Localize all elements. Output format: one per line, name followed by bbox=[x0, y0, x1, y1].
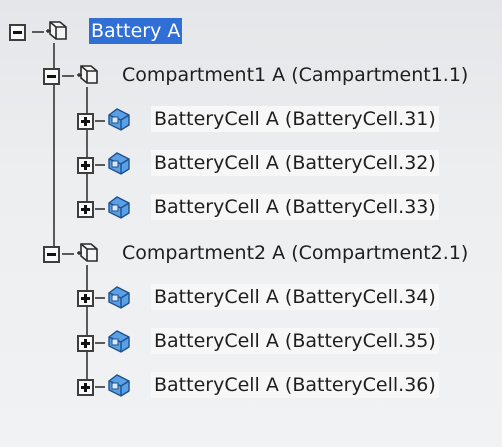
root-node-label[interactable]: Battery A bbox=[89, 18, 183, 44]
expand-toggle-cell36[interactable] bbox=[77, 379, 94, 396]
part-icon bbox=[106, 328, 132, 354]
tree-connector bbox=[95, 386, 105, 388]
part-icon bbox=[106, 106, 132, 132]
cell-node-label[interactable]: BatteryCell A (BatteryCell.36) bbox=[151, 372, 439, 398]
tree-connector bbox=[95, 164, 105, 166]
expand-toggle-cell32[interactable] bbox=[77, 157, 94, 174]
part-icon bbox=[106, 150, 132, 176]
tree-connector bbox=[95, 120, 105, 122]
tree-connector bbox=[95, 342, 105, 344]
expand-toggle-cell33[interactable] bbox=[77, 201, 94, 218]
specification-tree: Battery A Compartment1 A (Campartment1.1… bbox=[0, 0, 502, 447]
collapse-toggle-compartment1[interactable] bbox=[43, 68, 60, 85]
tree-connector bbox=[62, 253, 74, 255]
product-icon bbox=[75, 62, 101, 88]
collapse-toggle-root[interactable] bbox=[9, 24, 26, 41]
part-icon bbox=[106, 284, 132, 310]
product-icon bbox=[75, 240, 101, 266]
expand-toggle-cell35[interactable] bbox=[77, 335, 94, 352]
compartment-node-label[interactable]: Compartment1 A (Campartment1.1) bbox=[119, 62, 471, 88]
cell-node-label[interactable]: BatteryCell A (BatteryCell.34) bbox=[151, 284, 439, 310]
cell-node-label[interactable]: BatteryCell A (BatteryCell.35) bbox=[151, 328, 439, 354]
expand-toggle-cell34[interactable] bbox=[77, 290, 94, 307]
part-icon bbox=[106, 194, 132, 220]
cell-node-label[interactable]: BatteryCell A (BatteryCell.33) bbox=[151, 194, 439, 220]
tree-connector bbox=[95, 208, 105, 210]
tree-connector bbox=[86, 265, 88, 388]
product-icon bbox=[44, 18, 70, 44]
collapse-toggle-compartment2[interactable] bbox=[43, 246, 60, 263]
cell-node-label[interactable]: BatteryCell A (BatteryCell.31) bbox=[151, 106, 439, 132]
expand-toggle-cell31[interactable] bbox=[77, 113, 94, 130]
tree-connector bbox=[86, 87, 88, 210]
cell-node-label[interactable]: BatteryCell A (BatteryCell.32) bbox=[151, 150, 439, 176]
compartment-node-label[interactable]: Compartment2 A (Compartment2.1) bbox=[119, 240, 471, 266]
tree-connector bbox=[95, 297, 105, 299]
part-icon bbox=[106, 372, 132, 398]
tree-connector bbox=[32, 31, 44, 33]
tree-connector bbox=[62, 75, 74, 77]
